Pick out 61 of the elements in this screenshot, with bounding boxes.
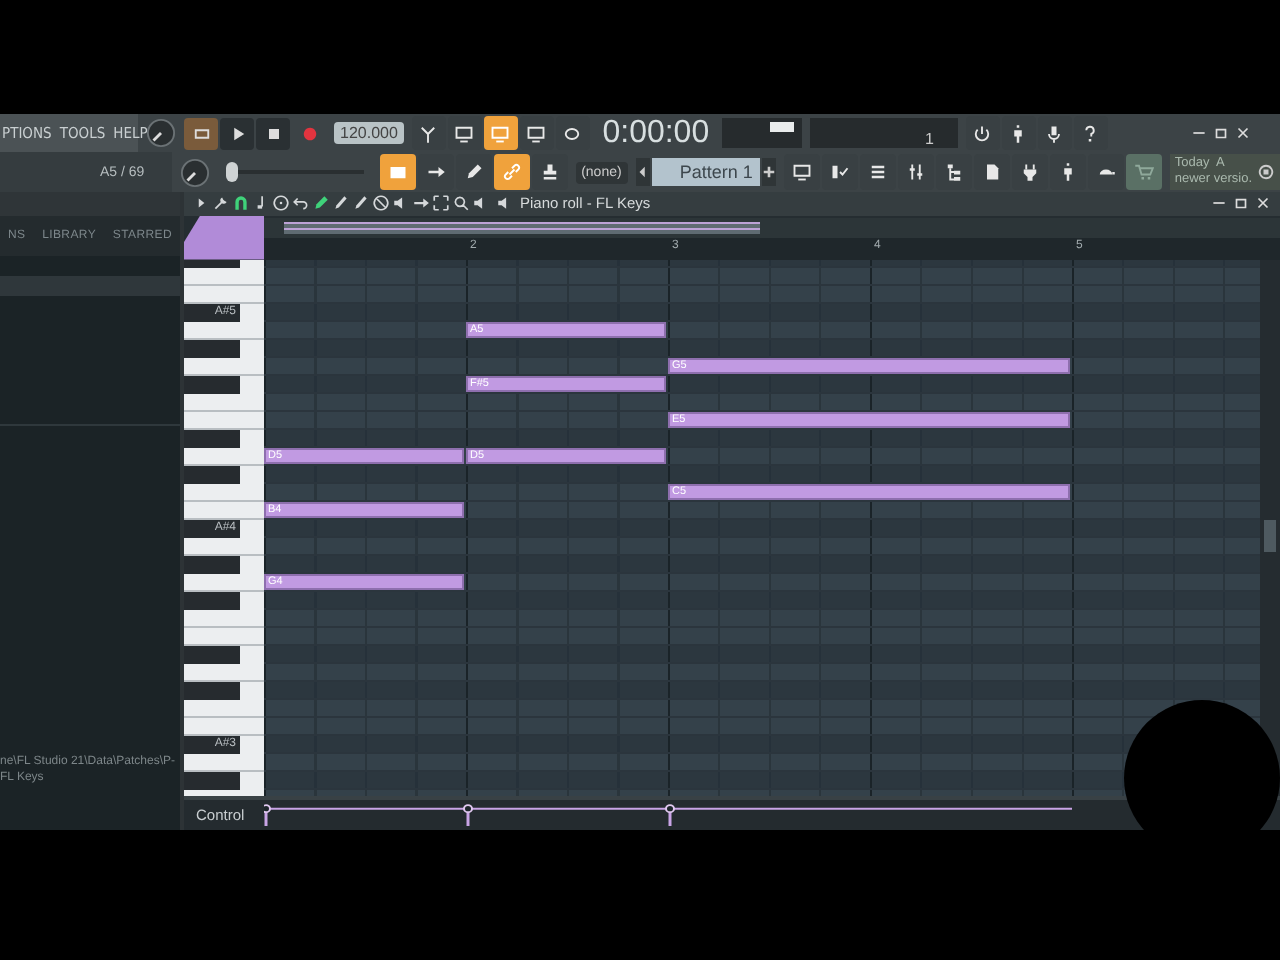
monitor-icon <box>490 123 511 143</box>
steps-icon <box>830 162 851 182</box>
power-icon <box>972 123 993 143</box>
monitor-icon <box>454 123 475 143</box>
scrollbar[interactable] <box>1260 259 1280 797</box>
tree-icon <box>944 162 965 182</box>
help-icon <box>1080 123 1101 143</box>
knob[interactable] <box>146 118 176 148</box>
plus-icon[interactable] <box>762 158 777 186</box>
close-icon[interactable] <box>1234 124 1252 142</box>
pencil-icon <box>463 162 484 182</box>
branch-icon <box>418 123 439 143</box>
tempo-display[interactable]: 120.000 <box>334 122 404 144</box>
gear-icon[interactable] <box>1256 162 1276 182</box>
overview-thumb[interactable] <box>284 221 760 234</box>
link-icon <box>501 162 522 182</box>
piano-icon <box>387 162 408 182</box>
pencil-icon[interactable] <box>312 194 330 213</box>
select-icon[interactable] <box>432 194 450 213</box>
arrow-icon <box>425 162 446 182</box>
monitor-icon <box>792 162 813 182</box>
sliders-icon <box>906 162 927 182</box>
time-display: 0:00:00 <box>600 115 712 151</box>
cart-icon <box>1134 162 1155 182</box>
search-icon[interactable] <box>452 194 470 213</box>
document-icon <box>982 162 1003 182</box>
undo-icon[interactable] <box>292 194 310 213</box>
corner-tab[interactable] <box>184 215 264 260</box>
wrench-icon[interactable] <box>212 194 230 213</box>
stamp-icon <box>539 162 560 182</box>
pitch-slider[interactable] <box>226 162 364 182</box>
stop-icon <box>263 123 283 143</box>
transport-button[interactable] <box>256 117 290 149</box>
restore-icon[interactable] <box>1232 194 1250 213</box>
record-icon <box>299 123 319 143</box>
overview-scrollbar[interactable] <box>264 217 1280 238</box>
arrow-icon[interactable] <box>412 194 430 213</box>
brush-icon[interactable] <box>332 194 350 213</box>
plug-icon <box>1020 162 1041 182</box>
mic-icon <box>1044 123 1065 143</box>
display-value: 1 <box>924 130 934 148</box>
transport-button[interactable] <box>184 117 218 149</box>
toolbar-button[interactable] <box>379 154 416 190</box>
slider-thumb[interactable] <box>226 162 239 182</box>
toolbar-button[interactable] <box>493 154 530 190</box>
forbidden-icon[interactable] <box>372 194 390 213</box>
scroll-thumb[interactable] <box>1264 519 1276 552</box>
brush-icon[interactable] <box>352 194 370 213</box>
close-icon[interactable] <box>1254 194 1272 213</box>
magnet-icon[interactable] <box>232 194 250 213</box>
pattern-selector[interactable]: Pattern 1 <box>651 158 761 186</box>
loop-icon <box>562 123 583 143</box>
transport-button[interactable] <box>220 117 254 149</box>
restore-icon[interactable] <box>1212 124 1230 142</box>
list-icon <box>868 162 889 182</box>
toolbar-button[interactable] <box>1126 154 1163 190</box>
meter-display <box>721 118 802 148</box>
monitor-icon <box>526 123 547 143</box>
knob[interactable] <box>180 157 211 187</box>
target-icon[interactable] <box>272 194 290 213</box>
toolbar-button[interactable] <box>483 116 518 150</box>
